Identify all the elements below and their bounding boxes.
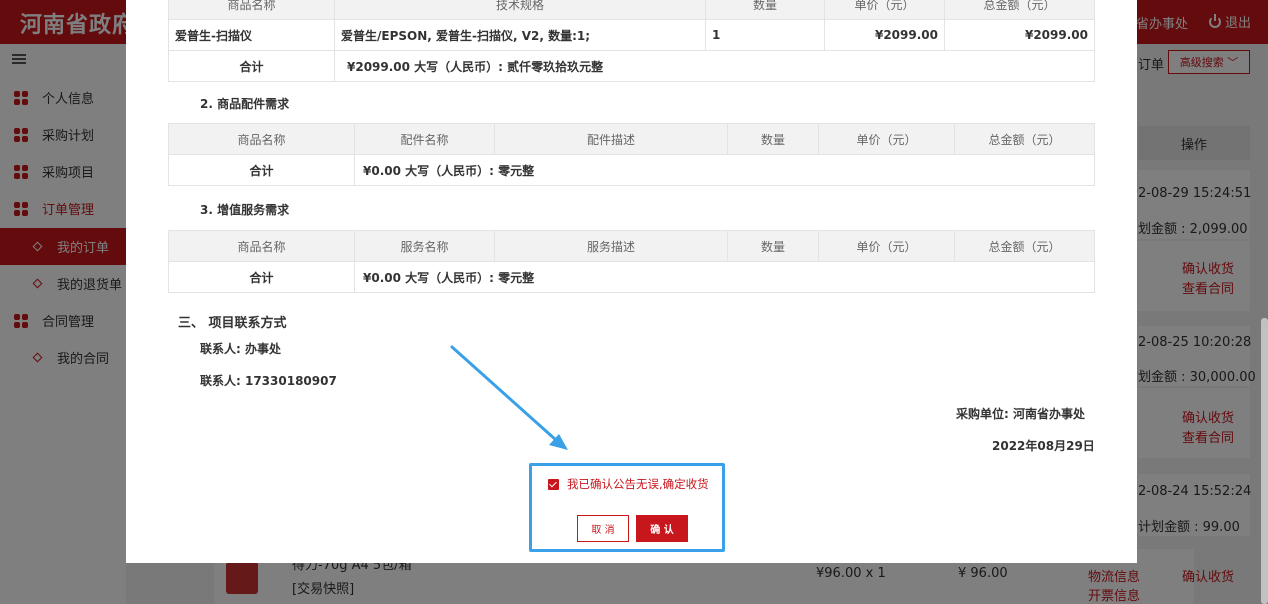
total-label: 合计	[168, 50, 335, 82]
parts-table: 商品名称 配件名称 配件描述 数量 单价（元） 总金额（元） 合计 ¥0.00 …	[168, 123, 1095, 186]
total-amount: ¥0.00 大写（人民币）: 零元整	[354, 261, 1095, 293]
services-section-title: 3. 增值服务需求	[200, 203, 290, 217]
services-table: 商品名称 服务名称 服务描述 数量 单价（元） 总金额（元） 合计 ¥0.00 …	[168, 230, 1095, 293]
table-header-row: 商品名称 技术规格 数量 单价（元） 总金额（元）	[168, 0, 1095, 20]
confirm-button[interactable]: 确 认	[636, 515, 688, 542]
contact-section-title: 三、 项目联系方式	[178, 316, 287, 331]
purchaser-name: 采购单位: 河南省办事处	[956, 407, 1085, 421]
goods-table: 商品名称 技术规格 数量 单价（元） 总金额（元） 爱普生-扫描仪 爱普生/EP…	[168, 0, 1095, 82]
column-header: 技术规格	[334, 0, 706, 20]
table-header-row: 商品名称 服务名称 服务描述 数量 单价（元） 总金额（元）	[168, 230, 1095, 262]
column-header: 单价（元）	[824, 0, 945, 20]
goods-price: ¥2099.00	[824, 19, 945, 51]
goods-qty: 1	[705, 19, 825, 51]
page-scrollbar[interactable]	[1261, 318, 1268, 604]
contact-person: 联系人: 办事处	[200, 342, 281, 356]
column-header: 总金额（元）	[954, 230, 1095, 262]
column-header: 商品名称	[168, 0, 335, 20]
column-header: 单价（元）	[818, 123, 955, 155]
cancel-button[interactable]: 取 消	[577, 515, 629, 542]
goods-spec: 爱普生/EPSON, 爱普生-扫描仪, V2, 数量:1;	[334, 19, 706, 51]
total-amount: ¥0.00 大写（人民币）: 零元整	[354, 154, 1095, 186]
confirm-receipt-box: 我已确认公告无误,确定收货 取 消 确 认	[529, 463, 725, 552]
column-header: 总金额（元）	[944, 0, 1095, 20]
column-header: 商品名称	[168, 230, 355, 262]
document-date: 2022年08月29日	[992, 439, 1095, 453]
column-header: 总金额（元）	[954, 123, 1095, 155]
column-header: 单价（元）	[818, 230, 955, 262]
table-total-row: 合计 ¥2099.00 大写（人民币）: 贰仟零玖拾玖元整	[168, 50, 1095, 82]
column-header: 配件名称	[354, 123, 495, 155]
table-header-row: 商品名称 配件名称 配件描述 数量 单价（元） 总金额（元）	[168, 123, 1095, 155]
table-total-row: 合计 ¥0.00 大写（人民币）: 零元整	[168, 261, 1095, 293]
confirm-checkbox[interactable]	[548, 478, 559, 490]
column-header: 数量	[705, 0, 825, 20]
total-label: 合计	[168, 261, 355, 293]
column-header: 商品名称	[168, 123, 355, 155]
goods-name: 爱普生-扫描仪	[168, 19, 335, 51]
total-label: 合计	[168, 154, 355, 186]
total-amount: ¥2099.00 大写（人民币）: 贰仟零玖拾玖元整	[334, 50, 1095, 82]
confirm-checkbox-label[interactable]: 我已确认公告无误,确定收货	[567, 476, 709, 492]
column-header: 数量	[727, 230, 819, 262]
parts-section-title: 2. 商品配件需求	[200, 97, 290, 111]
table-total-row: 合计 ¥0.00 大写（人民币）: 零元整	[168, 154, 1095, 186]
goods-total: ¥2099.00	[944, 19, 1095, 51]
column-header: 配件描述	[494, 123, 728, 155]
confirm-checkbox-row[interactable]: 我已确认公告无误,确定收货	[548, 476, 709, 492]
annotation-arrow-icon	[450, 345, 568, 450]
table-row: 爱普生-扫描仪 爱普生/EPSON, 爱普生-扫描仪, V2, 数量:1; 1 …	[168, 19, 1095, 51]
contact-phone: 联系人: 17330180907	[200, 374, 337, 388]
column-header: 服务名称	[354, 230, 495, 262]
column-header: 服务描述	[494, 230, 728, 262]
column-header: 数量	[727, 123, 819, 155]
